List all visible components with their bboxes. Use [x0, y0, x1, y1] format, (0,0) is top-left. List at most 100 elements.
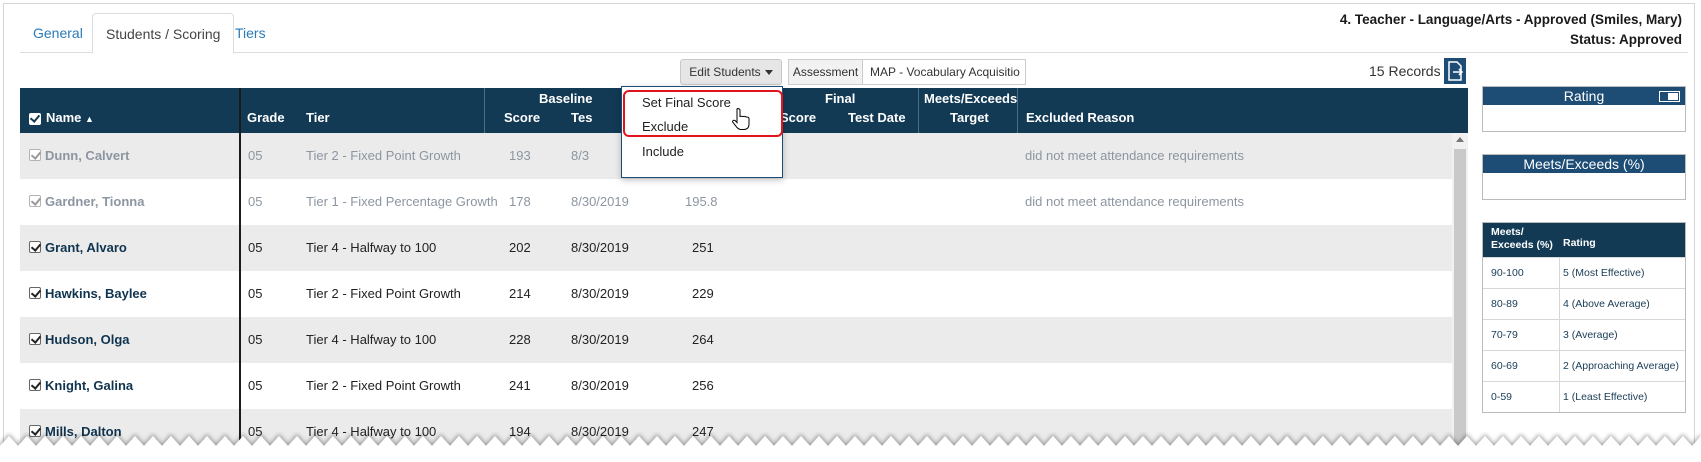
col-excluded-reason-header[interactable]: Excluded Reason	[1026, 110, 1134, 125]
scale-range: 0-59	[1491, 391, 1513, 403]
group-final-header: Final	[825, 91, 856, 106]
scale-col-meets: Meets/ Exceeds (%)	[1491, 226, 1553, 251]
col-grade-header[interactable]: Grade	[247, 110, 285, 125]
header-info: 4. Teacher - Language/Arts - Approved (S…	[1340, 10, 1682, 50]
rating-panel: Rating	[1482, 86, 1686, 132]
group-baseline-header: Baseline	[539, 91, 593, 106]
scale-range: 80-89	[1491, 298, 1518, 310]
app-frame: General Students / Scoring Tiers 4. Teac…	[3, 3, 1695, 455]
row-checkbox[interactable]	[29, 241, 41, 253]
baseline-score-cell: 178	[509, 194, 531, 209]
rating-scale-row: 80-89 4 (Above Average)	[1483, 288, 1685, 319]
baseline-score-cell: 228	[509, 332, 531, 347]
baseline-date-cell: 8/30/2019	[571, 286, 629, 301]
table-row[interactable]: Gardner, Tionna 05 Tier 1 - Fixed Percen…	[20, 179, 1452, 225]
baseline-date-cell: 8/30/2019	[571, 194, 629, 209]
grade-cell: 05	[248, 378, 263, 393]
target-cell: 229	[692, 286, 714, 301]
tier-cell: Tier 4 - Halfway to 100	[306, 332, 437, 347]
table-row[interactable]: Knight, Galina 05 Tier 2 - Fixed Point G…	[20, 363, 1452, 409]
grade-cell: 05	[248, 148, 263, 163]
status-text: Status: Approved	[1569, 32, 1682, 47]
scale-rating: 4 (Above Average)	[1563, 298, 1650, 310]
menu-item-set-final-score[interactable]: Set Final Score	[642, 95, 731, 110]
student-name[interactable]: Knight, Galina	[45, 378, 133, 393]
row-checkbox[interactable]	[29, 195, 41, 207]
student-name[interactable]: Grant, Alvaro	[45, 240, 127, 255]
sort-asc-icon: ▲	[85, 114, 94, 124]
meets-exceeds-panel: Meets/Exceeds (%)	[1482, 154, 1686, 200]
col-tier-header[interactable]: Tier	[306, 110, 330, 125]
table-row[interactable]: Hudson, Olga 05 Tier 4 - Halfway to 100 …	[20, 317, 1452, 363]
row-checkbox[interactable]	[29, 333, 41, 345]
vertical-scrollbar[interactable]	[1452, 133, 1468, 455]
cell-divider	[1559, 382, 1560, 412]
scale-rating: 2 (Approaching Average)	[1563, 360, 1679, 372]
records-count: 15 Records	[1369, 63, 1441, 79]
scale-rating: 3 (Average)	[1563, 329, 1618, 341]
row-checkbox[interactable]	[29, 149, 41, 161]
edit-students-button[interactable]: Edit Students	[680, 59, 782, 85]
tier-cell: Tier 2 - Fixed Point Growth	[306, 378, 461, 393]
page-title: 4. Teacher - Language/Arts - Approved (S…	[1339, 12, 1682, 27]
baseline-date-cell: 8/30/2019	[571, 378, 629, 393]
baseline-score-cell: 241	[509, 378, 531, 393]
scale-range: 60-69	[1491, 360, 1518, 372]
assessment-select[interactable]: MAP - Vocabulary Acquisitio	[863, 59, 1026, 85]
baseline-date-cell: 8/30/2019	[571, 332, 629, 347]
target-cell: 264	[692, 332, 714, 347]
menu-item-include[interactable]: Include	[642, 144, 684, 159]
excluded-reason-cell: did not meet attendance requirements	[1025, 148, 1244, 163]
scale-range: 70-79	[1491, 329, 1518, 341]
scale-range: 90-100	[1491, 267, 1524, 279]
col-separator	[484, 88, 485, 133]
caret-down-icon	[764, 70, 773, 76]
student-name[interactable]: Dunn, Calvert	[45, 148, 130, 163]
col-separator	[918, 88, 919, 133]
cell-divider	[1559, 351, 1560, 381]
col-final-score-header[interactable]: Score	[780, 110, 816, 125]
grade-cell: 05	[248, 286, 263, 301]
table-row[interactable]: Hawkins, Baylee 05 Tier 2 - Fixed Point …	[20, 271, 1452, 317]
export-icon[interactable]	[1444, 58, 1466, 84]
cell-divider	[1559, 289, 1560, 319]
table-row[interactable]: Grant, Alvaro 05 Tier 4 - Halfway to 100…	[20, 225, 1452, 271]
tab-general[interactable]: General	[20, 13, 96, 54]
col-baseline-score-header[interactable]: Score	[504, 110, 540, 125]
scroll-up-icon[interactable]	[1456, 137, 1464, 142]
tier-cell: Tier 2 - Fixed Point Growth	[306, 286, 461, 301]
student-name[interactable]: Gardner, Tionna	[45, 194, 144, 209]
col-name-label: Name	[46, 110, 82, 125]
scrollbar-thumb[interactable]	[1454, 149, 1466, 455]
edit-students-label: Edit Students	[689, 65, 761, 79]
baseline-date-cell: 8/30/2019	[571, 240, 629, 255]
target-cell: 251	[692, 240, 714, 255]
col-final-date-header[interactable]: Test Date	[848, 110, 906, 125]
grade-cell: 05	[248, 332, 263, 347]
student-name[interactable]: Hawkins, Baylee	[45, 286, 147, 301]
baseline-date-cell: 8/3	[571, 148, 590, 163]
select-all-checkbox[interactable]	[29, 113, 41, 125]
hand-cursor-icon	[732, 108, 750, 130]
menu-item-exclude[interactable]: Exclude	[642, 119, 688, 134]
excluded-reason-cell: did not meet attendance requirements	[1025, 194, 1244, 209]
edit-students-menu: Set Final Score Exclude Include	[621, 86, 783, 178]
student-name[interactable]: Hudson, Olga	[45, 332, 130, 347]
rating-scale-row: 90-100 5 (Most Effective)	[1483, 257, 1685, 288]
target-cell: 195.8	[685, 194, 718, 209]
tier-cell: Tier 4 - Halfway to 100	[306, 240, 437, 255]
row-checkbox[interactable]	[29, 287, 41, 299]
col-name-header[interactable]: Name ▲	[46, 110, 94, 125]
rating-scale-header: Meets/ Exceeds (%) Rating	[1483, 223, 1685, 257]
tab-tiers[interactable]: Tiers	[222, 13, 279, 54]
row-checkbox[interactable]	[29, 379, 41, 391]
col-target-header[interactable]: Target	[950, 110, 989, 125]
scale-rating: 1 (Least Effective)	[1563, 391, 1648, 403]
rating-title: Rating	[1563, 88, 1605, 104]
panel-toggle-icon[interactable]	[1659, 91, 1680, 102]
tab-students-scoring[interactable]: Students / Scoring	[92, 13, 235, 54]
baseline-score-cell: 202	[509, 240, 531, 255]
grade-cell: 05	[248, 240, 263, 255]
col-baseline-date-header[interactable]: Tes	[571, 110, 592, 125]
rating-panel-header: Rating	[1483, 87, 1685, 105]
